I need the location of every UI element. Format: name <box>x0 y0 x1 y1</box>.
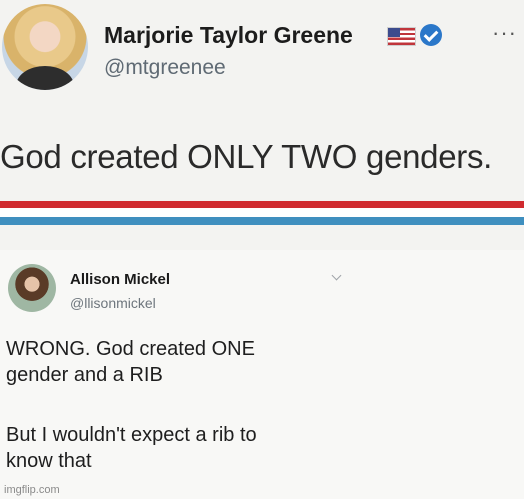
chevron-down-icon[interactable] <box>331 270 342 281</box>
flag-icon <box>387 27 416 46</box>
original-tweet: Marjorie Taylor Greene ··· @mtgreenee Go… <box>0 0 524 250</box>
divider-white-stripe <box>0 208 524 217</box>
tweet-text-line: But I wouldn't expect a rib to <box>6 424 257 446</box>
display-name[interactable]: Allison Mickel <box>70 271 170 288</box>
watermark: imgflip.com <box>4 484 60 496</box>
display-name[interactable]: Marjorie Taylor Greene <box>104 22 353 49</box>
avatar[interactable] <box>8 264 56 312</box>
avatar[interactable] <box>2 4 88 90</box>
verified-icon <box>420 24 442 46</box>
divider-red-stripe <box>0 201 524 208</box>
avatar-shirt <box>16 66 74 90</box>
divider-blue-stripe <box>0 217 524 225</box>
more-icon[interactable]: ··· <box>492 20 517 46</box>
tweet-text-line: WRONG. God created ONE <box>6 338 255 360</box>
reply-tweet: Allison Mickel @llisonmickel WRONG. God … <box>0 250 524 499</box>
tweet-text: God created ONLY TWO genders. <box>0 138 493 175</box>
handle[interactable]: @llisonmickel <box>70 295 156 311</box>
handle[interactable]: @mtgreenee <box>104 56 226 80</box>
tweet-text-line: know that <box>6 450 92 472</box>
tweet-text-line: gender and a RIB <box>6 364 163 386</box>
